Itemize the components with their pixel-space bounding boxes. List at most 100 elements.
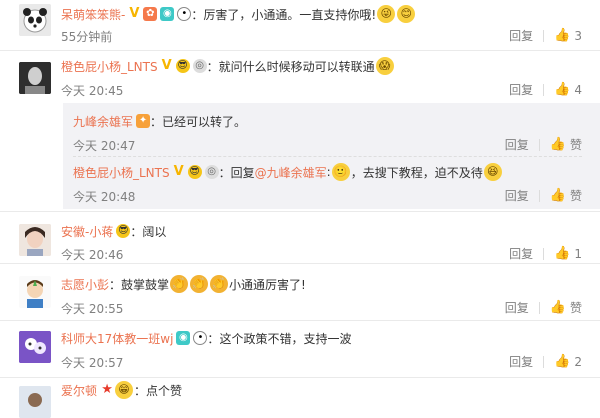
comment-line: 安徽-小蒋 😎 ： 阔以: [61, 223, 167, 240]
comment-line: 呆萌笨笨熊- V ✿ ◉ • ： 厉害了，小通通。一直支持你哦! 😜 😊: [61, 5, 416, 23]
comment-item: 呆萌笨笨熊- V ✿ ◉ • ： 厉害了，小通通。一直支持你哦! 😜 😊 55分…: [0, 0, 600, 51]
reply-word: 回复: [230, 165, 255, 180]
reply-list: 九峰余雄军 ✦ ： 已经可以转了。 今天 20:47 回复 👍 赞 橙色屁小杨_L…: [63, 103, 600, 209]
username-link[interactable]: 志愿小彭: [61, 276, 109, 293]
comment-item: 志愿小彭 ： 鼓掌鼓掌 👏 👏 👏 小通通厉害了! 今天 20:55 回复 👍 赞: [0, 264, 600, 321]
mention-link[interactable]: @九峰余雄军: [255, 164, 327, 181]
like-button[interactable]: 👍 3: [554, 28, 582, 43]
avatar-image: [19, 386, 51, 418]
wink-emoji-icon: 😜: [377, 5, 396, 23]
reply-button[interactable]: 回复: [509, 353, 533, 370]
avatar[interactable]: [19, 331, 51, 363]
reply-text: 已经可以转了。: [162, 114, 247, 129]
timestamp: 今天 20:46: [61, 248, 124, 262]
username-link[interactable]: 爱尔顿: [61, 382, 97, 399]
panda-icon: •: [193, 331, 208, 345]
divider: [543, 355, 545, 368]
like-label: 赞: [569, 189, 582, 203]
comment-line: 橙色屁小杨_LNTS V 😎 ◎ ： 就问什么时候移动可以转联通 😱: [61, 57, 395, 75]
username-link[interactable]: 九峰余雄军: [73, 113, 133, 130]
like-button[interactable]: 👍 2: [554, 354, 582, 369]
like-count: 1: [574, 246, 582, 261]
username-link[interactable]: 呆萌笨笨熊-: [61, 6, 125, 23]
comment-item: 橙色屁小杨_LNTS V 😎 ◎ ： 就问什么时候移动可以转联通 😱 今天 20…: [0, 51, 600, 212]
avatar[interactable]: [19, 276, 51, 308]
timestamp: 55分钟前: [61, 30, 113, 44]
like-button[interactable]: 👍 4: [554, 82, 582, 97]
timestamp: 今天 20:47: [73, 139, 136, 153]
reply-line: 九峰余雄军 ✦ ： 已经可以转了。: [73, 113, 247, 130]
divider: [538, 301, 540, 314]
clap-emoji-icon: 👏: [210, 275, 229, 293]
grin-emoji-icon: 😆: [483, 163, 502, 181]
reply-button[interactable]: 回复: [509, 27, 533, 44]
username-link[interactable]: 橙色屁小杨_LNTS: [61, 58, 158, 75]
divider: [538, 138, 540, 151]
avatar[interactable]: [19, 224, 51, 256]
like-button[interactable]: 👍 赞: [550, 136, 582, 153]
star-icon: ★: [101, 382, 113, 397]
comment-text: 就问什么时候移动可以转联通: [218, 59, 375, 74]
reply-actions: 回复 👍 赞: [505, 187, 582, 204]
username-link[interactable]: 安徽-小蒋: [61, 223, 113, 240]
clap-emoji-icon: 👏: [190, 275, 209, 293]
verified-v-icon: V: [173, 164, 184, 179]
comment-line: 志愿小彭 ： 鼓掌鼓掌 👏 👏 👏 小通通厉害了!: [61, 275, 306, 293]
comment-actions: 回复 👍 1: [509, 245, 582, 262]
avatar-image: [19, 62, 51, 94]
cool-emoji-icon: 😎: [116, 224, 131, 238]
comment-item: 安徽-小蒋 😎 ： 阔以 今天 20:46 回复 👍 1: [0, 213, 600, 264]
like-button[interactable]: 👍 1: [554, 246, 582, 261]
eye-badge-icon: ◉: [160, 7, 175, 21]
verified-v-icon: V: [161, 58, 172, 73]
panda-icon: •: [177, 7, 192, 21]
thumb-up-icon: 👍: [549, 188, 566, 203]
reply-button[interactable]: 回复: [509, 81, 533, 98]
comment-actions: 回复 👍 2: [509, 353, 582, 370]
avatar-image: [19, 224, 51, 256]
comment-actions: 回复 👍 3: [509, 27, 582, 44]
reply-text: 去搜下教程，迫不及待: [362, 165, 483, 180]
avatar[interactable]: [19, 386, 51, 418]
comment-actions: 回复 👍 4: [509, 81, 582, 98]
comment-text: 点个赞: [146, 383, 183, 398]
reply-actions: 回复 👍 赞: [505, 136, 582, 153]
divider: [73, 156, 582, 157]
comment-actions: 回复 👍 赞: [505, 299, 582, 316]
grin-emoji-icon: 😁: [115, 381, 134, 399]
divider: [538, 189, 540, 202]
timestamp: 今天 20:55: [61, 302, 124, 316]
like-label: 赞: [569, 301, 582, 315]
like-label: 赞: [569, 138, 582, 152]
comment-text: 阔以: [142, 224, 167, 239]
thumb-up-icon: 👍: [554, 246, 571, 261]
timestamp: 今天 20:57: [61, 356, 124, 370]
verified-v-icon: V: [129, 6, 140, 21]
happy-emoji-icon: 😊: [397, 5, 416, 23]
reply-button[interactable]: 回复: [505, 187, 529, 204]
avatar[interactable]: [19, 62, 51, 94]
cool-emoji-icon: 😎: [187, 165, 202, 179]
like-button[interactable]: 👍 赞: [550, 187, 582, 204]
avatar-image: [19, 276, 51, 308]
avatar[interactable]: [19, 4, 51, 36]
ring-icon: ◎: [204, 165, 219, 179]
reply-button[interactable]: 回复: [509, 245, 533, 262]
ring-icon: ◎: [192, 59, 207, 73]
medal-icon: ✦: [136, 114, 151, 128]
username-link[interactable]: 橙色屁小杨_LNTS: [73, 164, 170, 181]
comment-text: 这个政策不错，支持一波: [219, 331, 352, 346]
like-count: 3: [574, 28, 582, 43]
reply-button[interactable]: 回复: [505, 299, 529, 316]
divider: [543, 83, 545, 96]
divider: [543, 247, 545, 260]
avatar-image: [19, 331, 51, 363]
eye-badge-icon: ◉: [176, 331, 191, 345]
timestamp: 今天 20:45: [61, 84, 124, 98]
comment-item: 爱尔顿 ★ 😁 ： 点个赞: [0, 378, 600, 418]
like-button[interactable]: 👍 赞: [550, 299, 582, 316]
username-link[interactable]: 科师大17体教一班wj: [61, 330, 173, 347]
reply-button[interactable]: 回复: [505, 136, 529, 153]
timestamp: 今天 20:48: [73, 190, 136, 204]
comment-item: 科师大17体教一班wj ◉ • ： 这个政策不错，支持一波 今天 20:57 回…: [0, 321, 600, 378]
